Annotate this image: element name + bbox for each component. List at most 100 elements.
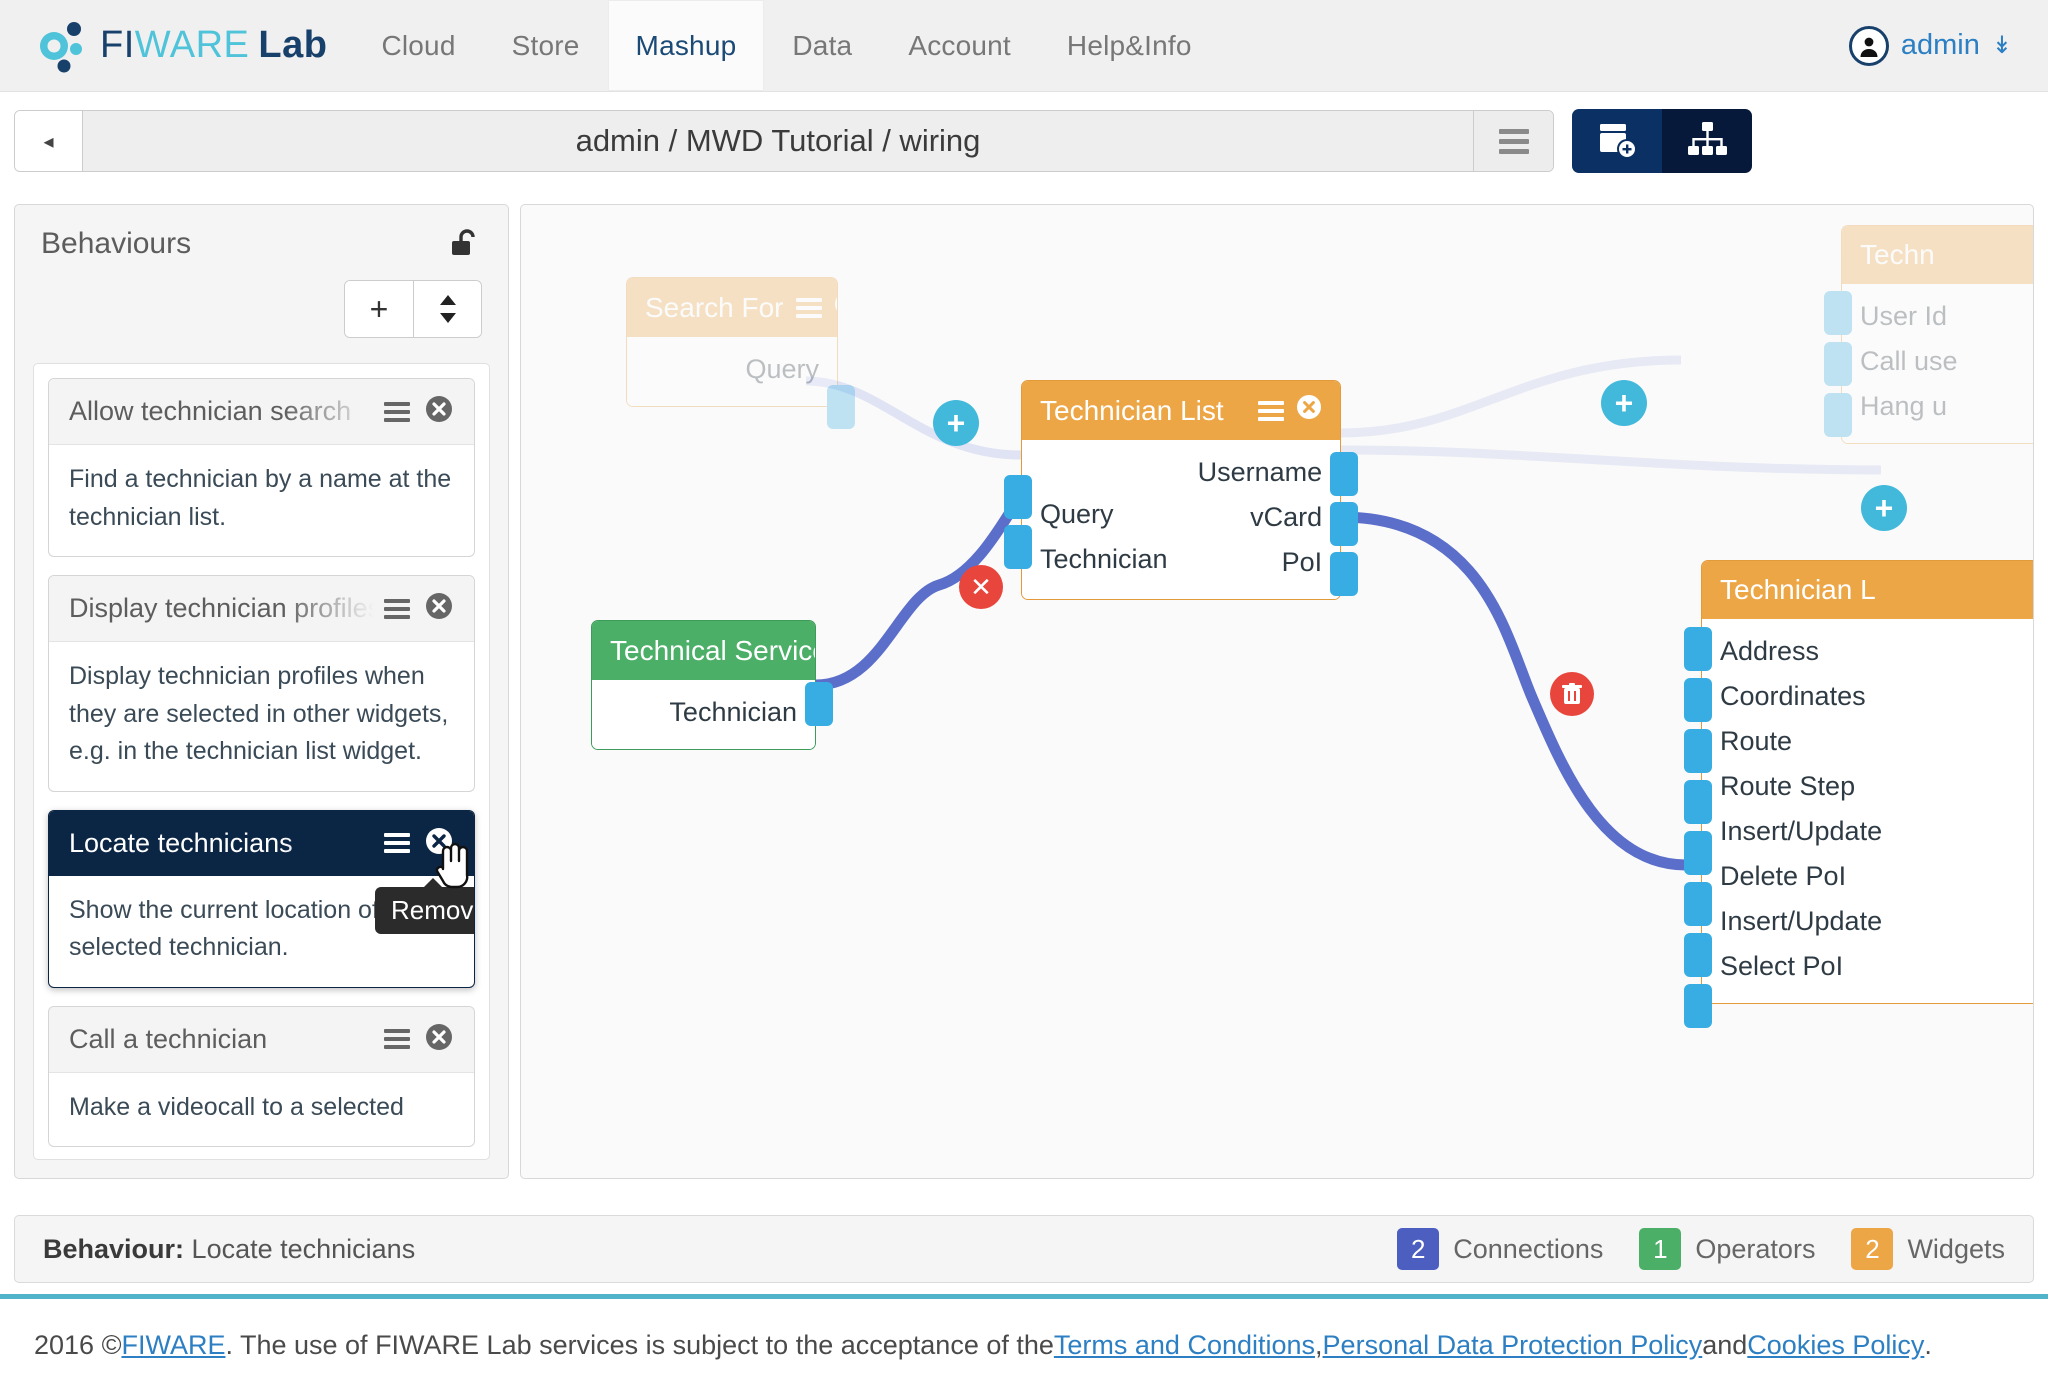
port-route-step-in[interactable] [1684,780,1712,824]
widget-menu-icon[interactable] [1258,400,1284,421]
endpoint-technician-out[interactable]: Technician [610,690,797,735]
workspace-menu-button[interactable] [1473,111,1553,171]
port-route-in[interactable] [1684,729,1712,773]
technician-call-header: Techn [1842,226,2033,284]
port-address-in[interactable] [1684,627,1712,671]
wiring-canvas[interactable]: Search For Query Technician List Query T… [520,204,2034,1179]
add-component-button[interactable] [1572,109,1662,173]
behaviour-menu-icon[interactable] [384,401,410,422]
behaviour-remove-icon[interactable] [424,1022,454,1057]
endpoint-delete-poi-in[interactable]: Delete PoI [1720,854,2022,899]
counter-connections-badge: 2 [1397,1228,1440,1270]
endpoint-user-id-in[interactable]: User Id [1860,294,2033,339]
behaviour-description: Display technician profiles when they ar… [69,662,449,765]
nav-item-helpinfo[interactable]: Help&Info [1039,0,1220,91]
technical-service-box: Technical Service Technician [591,620,816,750]
nav-item-mashup[interactable]: Mashup [607,0,765,91]
endpoint-poi-out[interactable]: PoI [1198,540,1323,585]
add-connection-button-3[interactable]: + [1861,485,1907,531]
footer-link-cookies[interactable]: Cookies Policy [1747,1330,1924,1361]
add-connection-button-1[interactable]: + [933,400,979,446]
add-connection-button-2[interactable]: + [1601,380,1647,426]
technician-list-widget-box: Technician List Query Technician Usernam… [1021,380,1341,600]
endpoint-select-poi-in[interactable]: Select PoI [1720,944,2022,989]
endpoint-insert-update-1-in[interactable]: Insert/Update [1720,809,2022,854]
nav-item-data[interactable]: Data [764,0,880,91]
user-menu[interactable]: admin ↡ [1848,0,2048,91]
endpoint-query-in[interactable]: Query [1040,492,1168,537]
endpoint-coordinates-in[interactable]: Coordinates [1720,674,2022,719]
nav-item-cloud[interactable]: Cloud [353,0,483,91]
behaviour-remove-icon[interactable] [424,394,454,429]
endpoint-route-in[interactable]: Route [1720,719,2022,764]
footer-link-fiware[interactable]: FIWARE [121,1330,225,1361]
nav-item-store[interactable]: Store [484,0,608,91]
close-circle-icon[interactable] [1296,394,1322,427]
endpoint-insert-update-2-in[interactable]: Insert/Update [1720,899,2022,944]
order-behaviours-button[interactable] [413,281,481,337]
behaviour-menu-icon[interactable] [384,833,410,853]
port-hang-up-in[interactable] [1824,393,1852,437]
behaviour-remove-icon[interactable] [424,591,454,626]
port-coordinates-in[interactable] [1684,678,1712,722]
port-technician-out[interactable] [805,682,833,726]
unlocked-padlock-icon[interactable] [448,227,482,266]
port-call-user-in[interactable] [1824,342,1852,386]
behaviour-menu-icon[interactable] [384,598,410,619]
behaviour-menu-icon[interactable] [384,1029,410,1049]
endpoint-query-out[interactable]: Query [645,347,819,392]
port-query-out[interactable] [827,385,855,429]
endpoint-username-out[interactable]: Username [1198,450,1323,495]
output-endpoints: Username vCard PoI [1198,450,1323,585]
footer-link-terms[interactable]: Terms and Conditions [1054,1330,1315,1361]
behaviour-status-value: Locate technicians [191,1233,416,1264]
behaviour-card-display-technician-profiles[interactable]: Display technician profiles Display tech… [48,575,475,792]
port-username-out[interactable] [1330,452,1358,496]
add-behaviour-button[interactable]: + [345,281,413,337]
back-button[interactable]: ◂ [15,111,83,171]
port-query-in[interactable] [1004,475,1032,519]
technician-call-widget[interactable]: Techn User Id Call use Hang u [1824,225,2033,444]
endpoint-hang-up-in[interactable]: Hang u [1860,384,2033,429]
endpoint-vcard-out[interactable]: vCard [1198,495,1322,540]
endpoint-address-in[interactable]: Address [1720,629,2022,674]
port-insert-update-1-in[interactable] [1684,831,1712,875]
brand-wordmark: FIWARE Lab [100,24,327,67]
behaviour-card-locate-technicians[interactable]: Locate technicians Show the current loca… [48,809,475,988]
wiring-view-button[interactable] [1662,109,1752,173]
behaviours-list[interactable]: Allow technician search Find a technicia… [33,363,490,1160]
technician-locator-header: Technician L [1702,561,2033,619]
port-delete-poi-in[interactable] [1684,882,1712,926]
widget-title: Technician L [1720,574,1876,605]
technician-locator-widget[interactable]: Technician L Address Coordinates Route R… [1684,560,2033,1028]
endpoint-route-step-in[interactable]: Route Step [1720,764,2022,809]
port-select-poi-in[interactable] [1684,984,1712,1028]
port-poi-out[interactable] [1330,552,1358,596]
nav-item-account[interactable]: Account [880,0,1039,91]
chevron-down-icon[interactable]: ↡ [1992,33,2012,58]
input-endpoints: Query Technician [1040,450,1168,585]
widget-menu-icon[interactable] [795,297,822,318]
page-footer: 2016 © FIWARE. The use of FIWARE Lab ser… [0,1299,2048,1392]
behaviour-remove-icon[interactable] [424,826,454,861]
technician-list-widget[interactable]: Technician List Query Technician Usernam… [1004,380,1358,600]
port-technician-in[interactable] [1004,525,1032,569]
footer-prefix: 2016 © [34,1330,122,1360]
behaviour-card-icons [384,591,454,626]
endpoint-technician-in[interactable]: Technician [1040,537,1168,582]
behaviour-description: Make a videocall to a selected [69,1092,404,1121]
search-for-widget[interactable]: Search For Query [626,277,855,429]
endpoint-call-user-in[interactable]: Call use [1860,339,2033,384]
delete-connection-button[interactable] [1550,672,1594,716]
behaviour-card-call-a-technician[interactable]: Call a technician Make a videocall to a … [48,1005,475,1147]
port-vcard-out[interactable] [1330,502,1358,546]
port-insert-update-2-in[interactable] [1684,933,1712,977]
add-circle-icon[interactable] [834,291,837,324]
fiware-lab-logo[interactable]: FIWARE Lab [0,0,353,91]
remove-connection-button[interactable]: ✕ [959,565,1003,609]
behaviour-card-allow-technician-search[interactable]: Allow technician search Find a technicia… [48,378,475,557]
technical-service-operator[interactable]: Technical Service Technician [591,620,833,750]
port-user-id-in[interactable] [1824,291,1852,335]
technician-list-widget-header: Technician List [1022,381,1340,440]
footer-link-privacy[interactable]: Personal Data Protection Policy [1323,1330,1703,1361]
